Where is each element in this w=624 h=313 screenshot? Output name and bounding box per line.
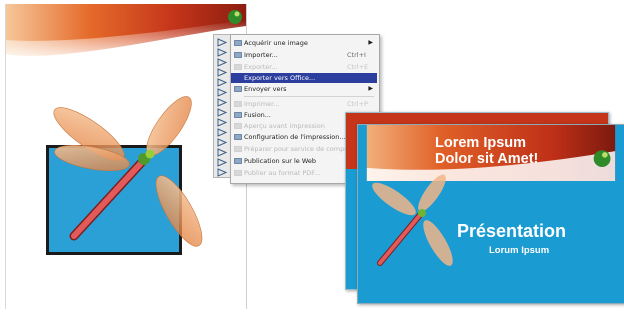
menu-item-shortcut: Ctrl+I xyxy=(347,51,366,59)
slide-title-line-2: Dolor sit Amet! xyxy=(435,151,539,167)
outline-tool-icon[interactable] xyxy=(216,158,228,167)
scanner-icon xyxy=(234,39,242,47)
menu-item-label: Publication sur le Web xyxy=(244,157,317,165)
menu-item[interactable]: Imprimer... Ctrl+P xyxy=(231,99,377,109)
menu-item-shortcut: Ctrl+E xyxy=(347,63,369,71)
menu-item-shortcut: Ctrl+P xyxy=(347,100,368,108)
interactive-tool-icon[interactable] xyxy=(216,138,228,147)
menu-item-label: Exporter vers Office... xyxy=(244,74,316,82)
slide-front[interactable]: Lorem Ipsum Dolor sit Amet! Présentation… xyxy=(357,124,624,304)
slide-subheading: Lorum Ipsum xyxy=(489,245,550,256)
web-icon xyxy=(234,157,242,165)
menu-item[interactable]: Exporter... Ctrl+E xyxy=(231,62,377,72)
menu-item-label: Exporter... xyxy=(244,63,278,71)
export-icon xyxy=(234,63,242,71)
menu-item-label: Acquérir une image xyxy=(244,39,308,47)
polygon-tool-icon[interactable] xyxy=(216,118,228,127)
menu-item-label: Configuration de l'impression... xyxy=(244,133,346,141)
menu-item-label: Aperçu avant impression xyxy=(244,122,325,130)
merge-icon xyxy=(234,111,242,119)
eyedropper-icon[interactable] xyxy=(216,148,228,157)
menu-item-label: Imprimer... xyxy=(244,100,280,108)
print-icon xyxy=(234,100,242,108)
pick-tool-icon[interactable] xyxy=(216,38,228,47)
dragonfly-image[interactable] xyxy=(34,96,204,256)
freehand-tool-icon[interactable] xyxy=(216,78,228,87)
slide-title-line-1: Lorem Ipsum xyxy=(435,135,527,151)
fill-tool-icon[interactable] xyxy=(216,168,228,177)
menu-item-label: Envoyer vers xyxy=(244,85,287,93)
preview-icon xyxy=(234,122,242,130)
menu-item[interactable]: Acquérir une image ▶ xyxy=(231,38,377,48)
menu-item-label: Fusion... xyxy=(244,111,271,119)
slide-title: Lorem Ipsum Dolor sit Amet! xyxy=(435,135,538,167)
rectangle-tool-icon[interactable] xyxy=(216,98,228,107)
export-office-icon xyxy=(234,74,242,82)
zoom-tool-icon[interactable] xyxy=(216,68,228,77)
submenu-arrow-icon: ▶ xyxy=(368,39,373,46)
menu-item[interactable]: Exporter vers Office... xyxy=(231,73,377,83)
page-header-graphic xyxy=(6,4,246,61)
shape-tool-icon[interactable] xyxy=(216,48,228,57)
menu-item-label: Importer... xyxy=(244,51,278,59)
send-icon xyxy=(234,85,242,93)
pdf-icon xyxy=(234,169,242,177)
menu-item-label: Publier au format PDF... xyxy=(244,169,321,177)
import-icon xyxy=(234,51,242,59)
prepress-icon xyxy=(234,145,242,153)
menu-item[interactable]: Envoyer vers ▶ xyxy=(231,84,377,94)
menu-separator xyxy=(244,96,374,97)
document-page[interactable] xyxy=(5,4,247,309)
smart-fill-icon[interactable] xyxy=(216,88,228,97)
print-setup-icon xyxy=(234,133,242,141)
submenu-arrow-icon: ▶ xyxy=(368,85,373,92)
slide-heading: Présentation xyxy=(457,221,567,241)
slide-dragonfly-image xyxy=(372,174,453,266)
menu-item[interactable]: Importer... Ctrl+I xyxy=(231,50,377,60)
crop-tool-icon[interactable] xyxy=(216,58,228,67)
ellipse-tool-icon[interactable] xyxy=(216,108,228,117)
text-tool-icon[interactable] xyxy=(216,128,228,137)
